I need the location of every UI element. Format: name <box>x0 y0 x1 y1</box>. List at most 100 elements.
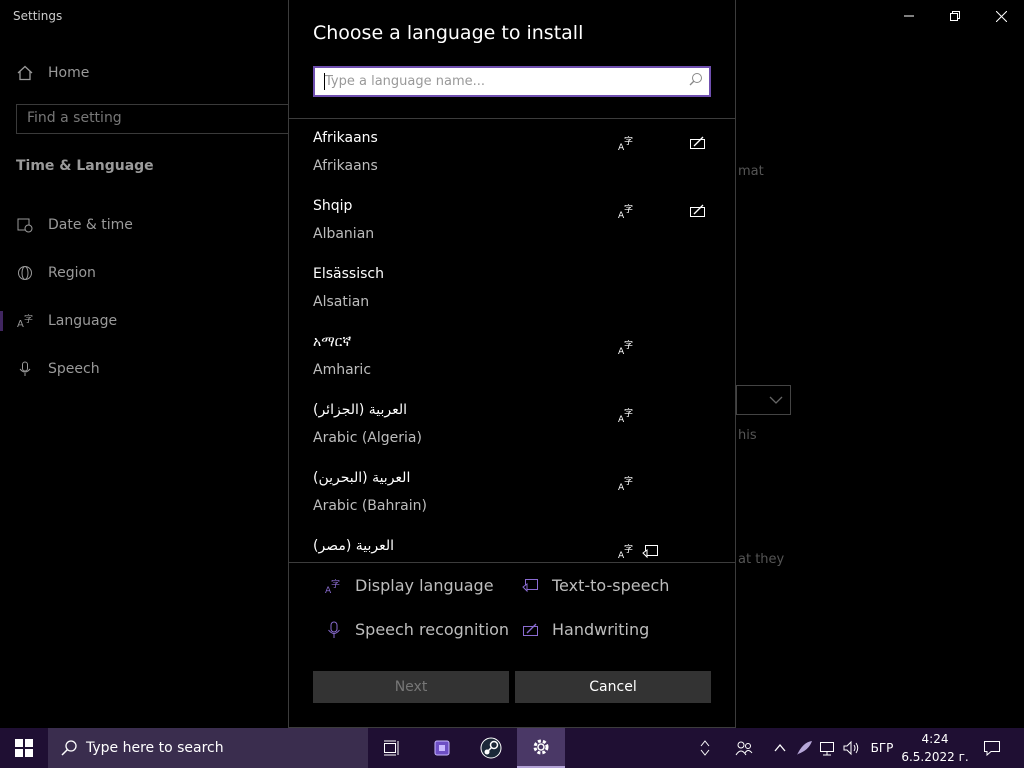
cpu-chip-icon <box>434 740 450 756</box>
background-text: mat <box>738 164 764 179</box>
home-icon <box>16 64 34 82</box>
microphone-icon <box>16 360 34 378</box>
sidebar-item-region[interactable]: Region <box>16 264 96 282</box>
app-title: Settings <box>13 9 63 23</box>
list-item-afrikaans[interactable]: Afrikaans Afrikaans A字 <box>313 119 713 187</box>
globe-icon <box>16 264 34 282</box>
section-title: Time & Language <box>16 158 154 174</box>
network-button[interactable] <box>816 728 840 768</box>
feather-icon <box>797 741 812 755</box>
search-icon <box>689 72 703 90</box>
chevron-up-icon <box>774 744 786 752</box>
language-install-dialog: Choose a language to install Type a lang… <box>288 0 736 728</box>
legend-speech-recognition: Speech recognition <box>325 620 509 639</box>
language-english-name: Albanian <box>313 226 375 242</box>
taskbar: Type here to search БГР 4:24 6.5.2022 г. <box>0 728 1024 768</box>
display-language-icon: A字 <box>325 577 343 595</box>
taskbar-app-cpu[interactable] <box>418 728 466 768</box>
restore-button[interactable] <box>932 0 978 32</box>
taskbar-clock[interactable]: 4:24 6.5.2022 г. <box>898 730 972 766</box>
legend-handwriting: Handwriting <box>522 620 649 639</box>
sidebar-item-date-time[interactable]: Date & time <box>16 216 133 234</box>
task-view-button[interactable] <box>368 728 416 768</box>
find-setting-input[interactable]: Find a setting <box>16 104 296 134</box>
volume-button[interactable] <box>840 728 864 768</box>
legend-display-language: A字 Display language <box>325 576 494 595</box>
text-to-speech-icon <box>640 540 662 561</box>
svg-text:字: 字 <box>624 203 633 215</box>
language-search-input[interactable]: Type a language name... <box>313 66 711 97</box>
sidebar-item-label: Region <box>48 265 96 281</box>
svg-text:字: 字 <box>624 475 633 487</box>
notifications-button[interactable] <box>978 728 1006 768</box>
list-item-amharic[interactable]: አማርኛ Amharic A字 <box>313 323 713 391</box>
language-english-name: Afrikaans <box>313 158 378 174</box>
background-text: his <box>738 428 757 443</box>
sidebar-item-speech[interactable]: Speech <box>16 360 100 378</box>
start-button[interactable] <box>0 728 48 768</box>
language-native-name: العربية (البحرين) <box>313 470 411 486</box>
sidebar-item-language[interactable]: A字 Language <box>16 312 117 330</box>
windows-logo-icon <box>15 739 33 757</box>
background-dropdown <box>736 385 791 415</box>
list-item-alsatian[interactable]: Elsässisch Alsatian <box>313 255 713 323</box>
language-english-name: Alsatian <box>313 294 370 310</box>
list-item-arabic-algeria[interactable]: العربية (الجزائر) Arabic (Algeria) A字 <box>313 391 713 459</box>
language-native-name: العربية (مصر) <box>313 538 394 554</box>
display-language-icon: A字 <box>616 200 638 222</box>
speaker-icon <box>843 740 859 756</box>
display-language-icon: A字 <box>616 336 638 358</box>
svg-text:字: 字 <box>624 339 633 351</box>
taskbar-app-steam[interactable] <box>467 728 515 768</box>
language-english-name: Arabic (Bahrain) <box>313 498 427 514</box>
network-icon <box>820 742 834 756</box>
list-item-arabic-bahrain[interactable]: العربية (البحرين) Arabic (Bahrain) A字 <box>313 459 713 527</box>
input-language-indicator[interactable]: БГР <box>866 728 898 768</box>
language-list[interactable]: Afrikaans Afrikaans A字 Shqip Albanian A字… <box>289 119 735 561</box>
sidebar-item-label: Speech <box>48 361 100 377</box>
close-button[interactable] <box>978 0 1024 32</box>
clock-time: 4:24 <box>921 732 949 746</box>
handwriting-icon <box>687 132 709 154</box>
taskbar-app-settings[interactable] <box>517 728 565 768</box>
next-button[interactable]: Next <box>313 671 509 703</box>
search-placeholder: Type a language name... <box>325 74 486 89</box>
tray-app-feather[interactable] <box>792 728 816 768</box>
taskbar-search-placeholder: Type here to search <box>86 740 224 756</box>
svg-text:字: 字 <box>624 407 633 419</box>
svg-text:字: 字 <box>24 313 33 325</box>
chevron-down-icon <box>769 396 783 404</box>
language-english-name: Arabic (Algeria) <box>313 430 422 446</box>
gear-icon <box>533 739 549 755</box>
selected-indicator <box>0 311 3 331</box>
minimize-button[interactable] <box>886 0 932 32</box>
legend-text-to-speech: Text-to-speech <box>522 576 669 595</box>
task-view-icon <box>384 740 399 756</box>
taskbar-scroll[interactable] <box>696 728 714 768</box>
minimize-icon <box>904 15 914 17</box>
dialog-title: Choose a language to install <box>313 22 584 44</box>
find-setting-placeholder: Find a setting <box>27 110 122 126</box>
language-icon: A字 <box>16 312 34 330</box>
legend-label: Handwriting <box>552 620 650 639</box>
display-language-icon: A字 <box>616 540 638 561</box>
list-item-albanian[interactable]: Shqip Albanian A字 <box>313 187 713 255</box>
people-button[interactable] <box>730 728 758 768</box>
clock-date: 6.5.2022 г. <box>901 750 969 764</box>
display-language-icon: A字 <box>616 404 638 426</box>
display-language-icon: A字 <box>616 132 638 154</box>
sidebar-home[interactable]: Home <box>16 64 89 82</box>
legend-label: Display language <box>355 576 494 595</box>
search-icon <box>61 740 77 756</box>
language-native-name: Elsässisch <box>313 266 384 282</box>
list-item-arabic-egypt[interactable]: العربية (مصر) A字 <box>313 527 713 561</box>
divider <box>289 562 735 563</box>
taskbar-search-box[interactable]: Type here to search <box>48 728 368 768</box>
restore-icon <box>950 11 960 21</box>
close-icon <box>995 10 1007 22</box>
sidebar-item-label: Language <box>48 313 118 329</box>
svg-text:字: 字 <box>331 578 340 590</box>
chevron-up-icon <box>700 740 710 747</box>
cancel-button[interactable]: Cancel <box>515 671 711 703</box>
show-hidden-icons-button[interactable] <box>770 728 790 768</box>
